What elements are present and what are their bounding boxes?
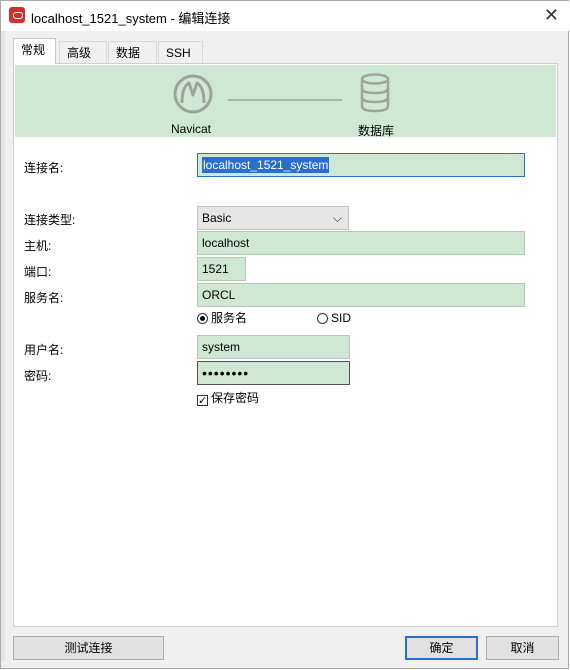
general-panel: Navicat 数据库 连接名: localhost_1521_system 连…: [13, 63, 558, 627]
banner-database-label: 数据库: [358, 124, 395, 138]
connection-name-label: 连接名:: [24, 161, 64, 175]
radio-unselected-icon: [317, 313, 328, 324]
connection-type-select[interactable]: Basic ⌵: [197, 206, 349, 230]
username-input[interactable]: system: [197, 335, 350, 359]
checkbox-checked-icon: ✓: [197, 395, 208, 407]
connection-type-value: Basic: [202, 211, 232, 225]
banner-connector-line: [228, 99, 342, 101]
chevron-down-icon: ⌵: [332, 211, 342, 225]
title-bar: localhost_1521_system - 编辑连接 ✕: [1, 1, 569, 31]
cancel-button[interactable]: 取消: [486, 636, 559, 660]
ok-button[interactable]: 确定: [405, 636, 478, 660]
tab-general[interactable]: 常规: [13, 38, 56, 64]
test-connection-button[interactable]: 测试连接: [13, 636, 164, 660]
radio-sid-label: SID: [331, 311, 352, 325]
password-label: 密码:: [24, 369, 52, 383]
save-password-label: 保存密码: [211, 391, 260, 405]
tab-ssh[interactable]: SSH: [158, 41, 203, 63]
radio-service-name-label: 服务名: [211, 311, 248, 325]
background-window-strip: [1, 31, 5, 661]
banner-navicat-label: Navicat: [171, 122, 212, 136]
connection-type-label: 连接类型:: [24, 213, 76, 227]
connection-banner: Navicat 数据库: [15, 65, 556, 138]
password-input[interactable]: ••••••••: [197, 361, 350, 385]
radio-selected-icon: [197, 313, 208, 324]
radio-sid[interactable]: SID: [317, 310, 351, 326]
oracle-app-icon: [9, 7, 25, 23]
edit-connection-dialog: localhost_1521_system - 编辑连接 ✕ 常规 高级 数据库…: [0, 0, 569, 669]
connection-name-input[interactable]: localhost_1521_system: [197, 153, 525, 177]
save-password-checkbox[interactable]: ✓ 保存密码: [197, 390, 260, 407]
radio-service-name[interactable]: 服务名: [197, 310, 247, 326]
close-icon[interactable]: ✕: [544, 5, 559, 26]
database-icon: [360, 73, 390, 113]
username-label: 用户名:: [24, 343, 64, 357]
port-input[interactable]: 1521: [197, 257, 246, 281]
service-name-label: 服务名:: [24, 291, 64, 305]
connection-name-value: localhost_1521_system: [202, 157, 330, 173]
service-name-input[interactable]: ORCL: [197, 283, 525, 307]
host-input[interactable]: localhost: [197, 231, 525, 255]
navicat-logo-icon: [173, 74, 213, 114]
tab-advanced[interactable]: 高级: [59, 41, 107, 63]
port-label: 端口:: [24, 265, 52, 279]
host-label: 主机:: [24, 239, 52, 253]
window-title: localhost_1521_system - 编辑连接: [31, 11, 231, 26]
tab-database[interactable]: 数据库: [108, 41, 157, 82]
